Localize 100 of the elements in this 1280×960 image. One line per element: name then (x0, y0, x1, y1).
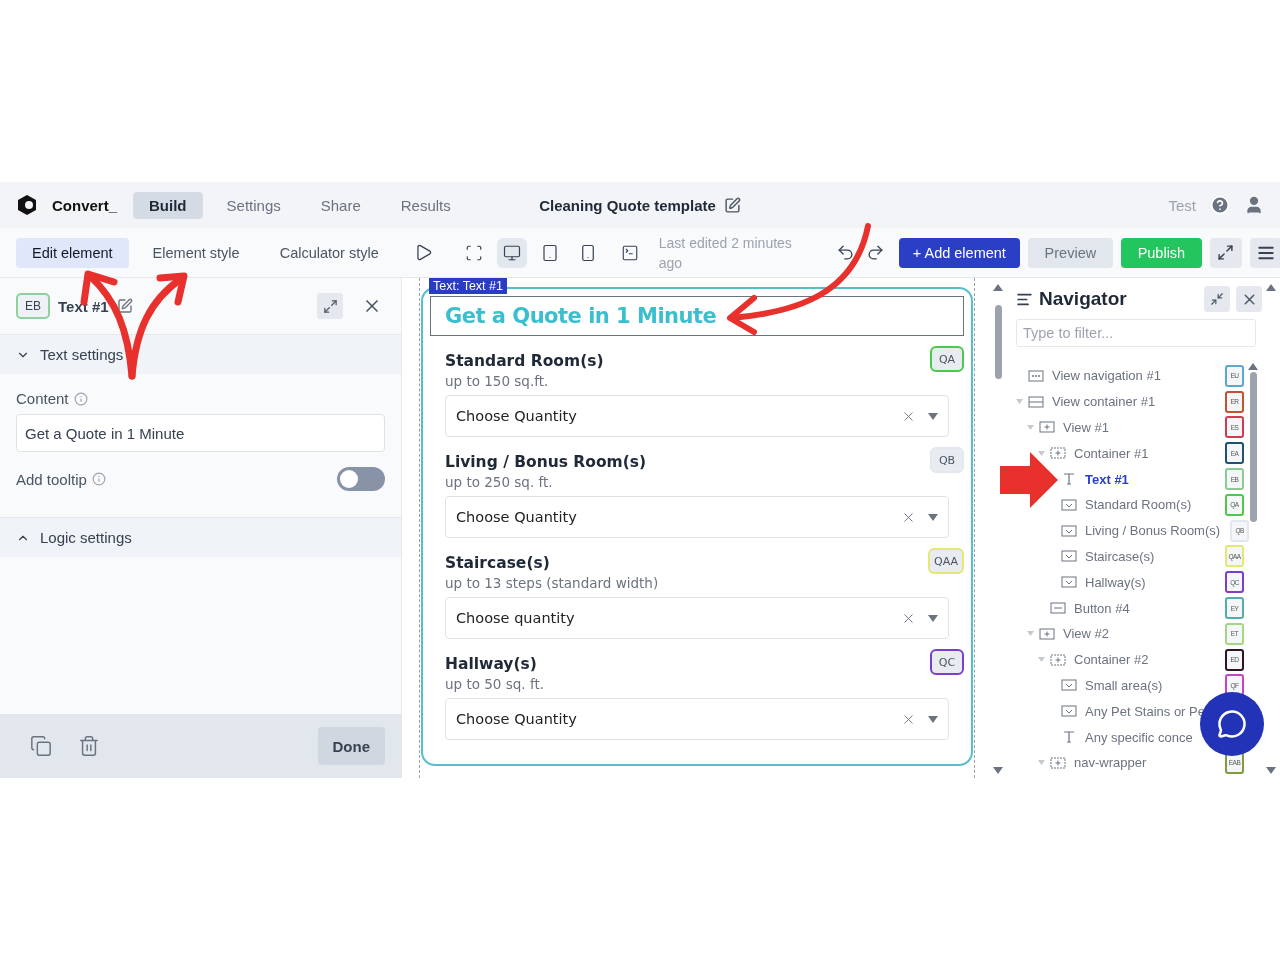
question-subtitle: up to 150 sq.ft. (445, 373, 550, 389)
selection-label: Text: Text #1 (429, 278, 507, 294)
nav-node-icon (1028, 368, 1044, 383)
quantity-select[interactable]: Choose Quantity (445, 496, 949, 538)
close-button[interactable] (1236, 286, 1262, 312)
navigator-title: Navigator (1039, 288, 1127, 310)
question-badge: QAA (928, 548, 964, 574)
dropdown-icon[interactable] (928, 614, 938, 622)
text-node-icon (1061, 472, 1077, 487)
nav-tab[interactable]: Share (304, 191, 377, 219)
question-title: Staircase(s) (445, 554, 551, 572)
scroll-up-icon[interactable] (1248, 363, 1258, 370)
menu-button[interactable] (1249, 237, 1280, 268)
expand-icon (1217, 244, 1235, 261)
tooltip-toggle[interactable] (337, 467, 385, 491)
editor-tab[interactable]: Calculator style (263, 237, 395, 268)
help-icon[interactable] (1210, 195, 1230, 215)
navigator-item[interactable]: nav-wrapper (1074, 755, 1147, 771)
desktop-view-icon[interactable] (496, 237, 527, 268)
scroll-down-icon[interactable] (1266, 767, 1276, 774)
dropdown-icon[interactable] (928, 412, 938, 420)
navigator-item[interactable]: Text #1 (1085, 471, 1129, 487)
view-node-icon (1039, 420, 1055, 435)
container-node-icon (1050, 446, 1066, 461)
select-node-icon (1061, 497, 1077, 512)
field-label: Add tooltip (16, 470, 87, 488)
delete-icon[interactable] (78, 735, 100, 757)
navigator-item[interactable]: Hallway(s) (1085, 574, 1146, 590)
navigator-item[interactable]: View container #1 (1052, 394, 1156, 410)
element-name: Text #1 (58, 297, 109, 315)
question-badge: QA (930, 346, 964, 372)
field-label: Content (16, 390, 69, 407)
dropdown-icon[interactable] (928, 513, 938, 521)
quantity-select[interactable]: Choose Quantity (445, 698, 949, 740)
navigator-item[interactable]: Staircase(s) (1085, 548, 1155, 564)
navigator-item[interactable]: Button #4 (1074, 600, 1130, 616)
element-badge: EB (16, 293, 50, 319)
navigator-item[interactable]: Living / Bonus Room(s) (1085, 523, 1221, 539)
editor-tab[interactable]: Element style (136, 237, 256, 268)
text-node-icon (1061, 730, 1077, 745)
scrollbar-thumb[interactable] (994, 305, 1002, 379)
expand-button[interactable] (1209, 237, 1242, 268)
question-subtitle: up to 50 sq. ft. (445, 676, 544, 692)
nav-tab[interactable]: Results (384, 191, 467, 219)
dropdown-icon[interactable] (928, 715, 938, 723)
brand-name: Convert_ (52, 196, 118, 214)
navigator-item[interactable]: View navigation #1 (1052, 368, 1161, 384)
section-header[interactable]: Logic settings (0, 517, 401, 557)
select-node-icon (1061, 549, 1077, 564)
quantity-select[interactable]: Choose quantity (445, 597, 949, 639)
add-element-button[interactable]: + Add element (898, 237, 1020, 268)
nav-tab[interactable]: Settings (210, 191, 297, 219)
quantity-select[interactable]: Choose Quantity (445, 395, 949, 437)
annotation-arrow (1000, 452, 1058, 508)
filter-field[interactable]: Type to filter... (1016, 319, 1256, 347)
scrollbar-thumb[interactable] (1249, 372, 1257, 522)
navigator-item[interactable]: View #2 (1063, 626, 1109, 642)
select-node-icon (1061, 704, 1077, 719)
select-node-icon (1061, 678, 1077, 693)
logo-icon (16, 194, 38, 216)
collapse-button[interactable] (1204, 286, 1230, 312)
document-title: Cleaning Quote template (539, 196, 716, 214)
navigator-item[interactable]: Standard Room(s) (1085, 497, 1192, 513)
collapse-icon (1210, 292, 1224, 306)
user-icon[interactable] (1244, 195, 1264, 215)
navigator-item[interactable]: View #1 (1063, 420, 1109, 435)
done-button[interactable]: Done (317, 727, 385, 765)
scroll-down-icon[interactable] (993, 767, 1003, 774)
duplicate-icon[interactable] (30, 735, 52, 757)
question-subtitle: up to 250 sq. ft. (445, 474, 554, 490)
question-badge: QC (930, 649, 964, 675)
edit-icon[interactable] (723, 196, 741, 214)
container-node-icon (1050, 652, 1066, 667)
chat-icon (1217, 709, 1247, 739)
question-title: Hallway(s) (445, 655, 538, 673)
content-field[interactable]: Get a Quote in 1 Minute (16, 414, 385, 452)
editor-tab[interactable]: Edit element (16, 237, 129, 268)
navigator-item[interactable]: Any specific conce (1085, 729, 1193, 745)
scroll-up-icon[interactable] (1266, 284, 1276, 291)
edit-icon[interactable] (116, 298, 133, 314)
container-node-icon (1050, 755, 1066, 770)
stack-node-icon (1028, 394, 1044, 409)
expand-icon (322, 298, 338, 314)
navigator-item[interactable]: Small area(s) (1085, 677, 1163, 693)
section-header[interactable]: Text settings (0, 334, 401, 374)
select-node-icon (1061, 575, 1077, 590)
navigator-item[interactable]: Container #1 (1074, 445, 1149, 461)
question-subtitle: up to 13 steps (standard width) (445, 575, 659, 591)
question-title: Standard Room(s) (445, 352, 604, 370)
question-badge: QB (930, 447, 964, 473)
expand-button[interactable] (317, 293, 343, 319)
navigator-item[interactable]: Container #2 (1074, 652, 1149, 668)
scroll-up-icon[interactable] (993, 284, 1003, 291)
view-node-icon (1039, 626, 1055, 641)
button-node-icon (1050, 601, 1066, 616)
last-edited-text: Last edited 2 minutes ago (658, 233, 793, 273)
select-node-icon (1061, 523, 1077, 538)
preview-button[interactable]: Preview (1027, 237, 1113, 268)
question-title: Living / Bonus Room(s) (445, 453, 647, 471)
nav-tab[interactable]: Build (133, 191, 203, 219)
